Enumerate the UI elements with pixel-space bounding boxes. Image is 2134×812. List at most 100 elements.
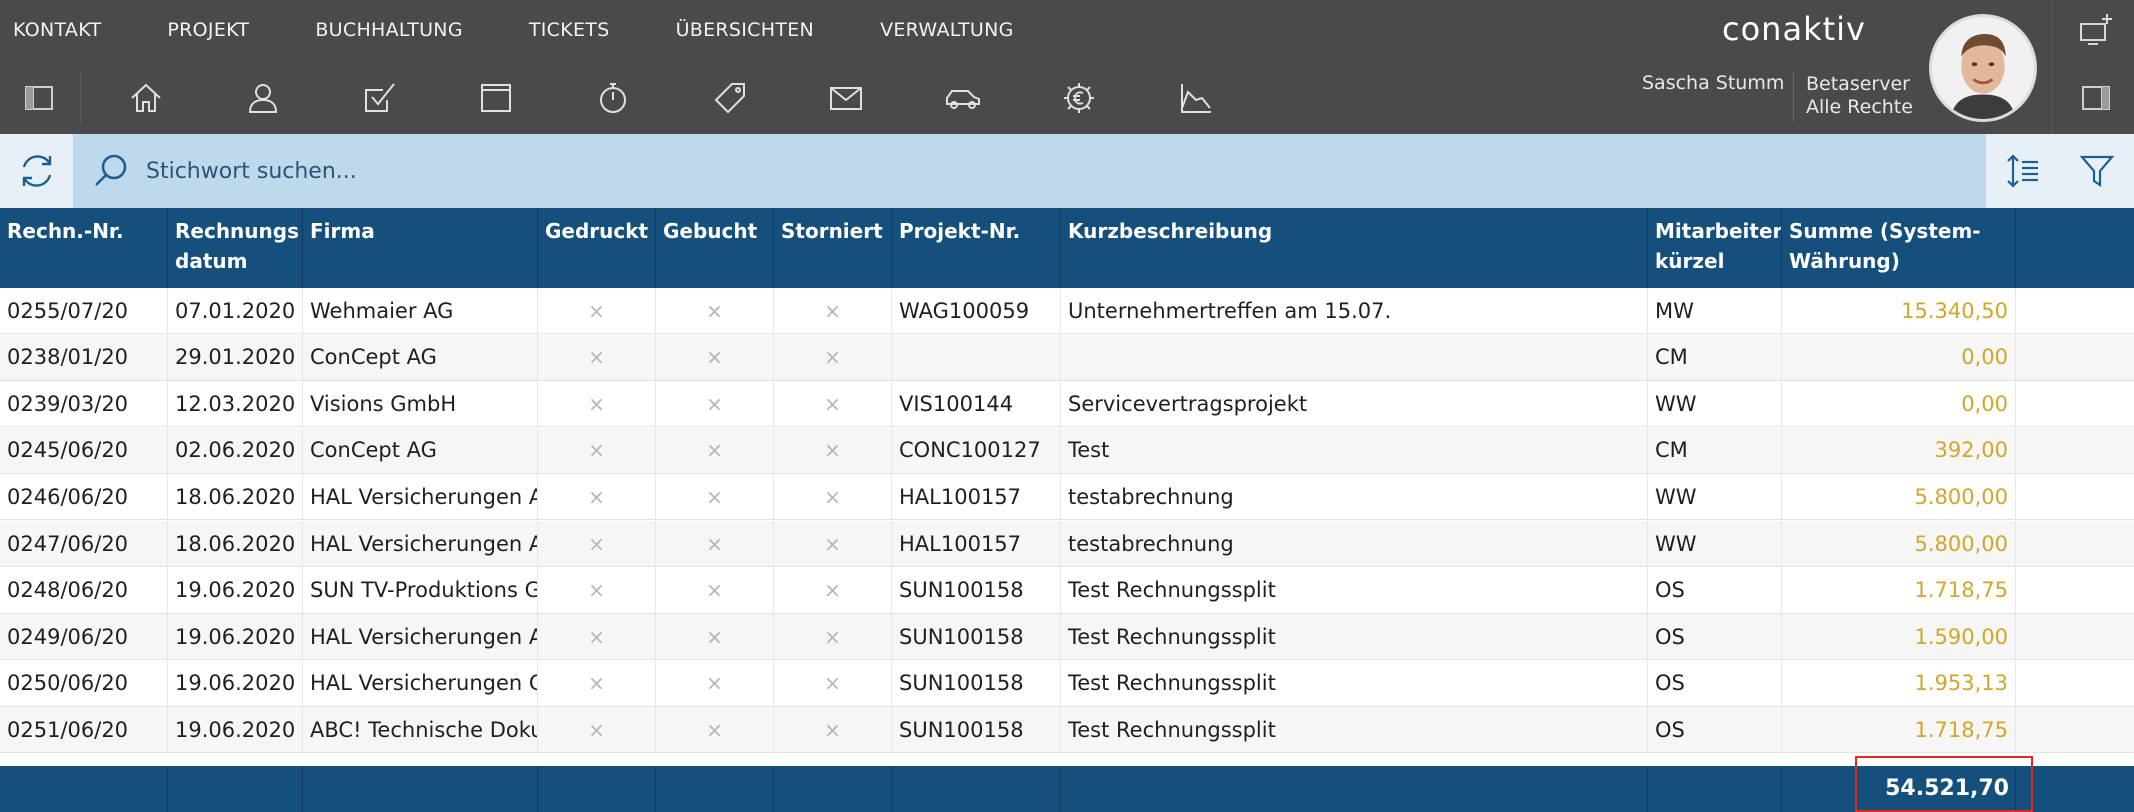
cell-gedruckt: × (538, 334, 656, 380)
cell-kurzbeschreibung: Test Rechnungssplit (1061, 567, 1648, 613)
cell-kurzbeschreibung: Test (1061, 427, 1648, 473)
search-input[interactable] (146, 151, 1946, 191)
menu-buchhaltung[interactable]: BUCHHALTUNG (302, 19, 476, 41)
cell-mitarbeiterkuerzel: WW (1648, 474, 1782, 520)
cell-summe: 0,00 (1782, 334, 2016, 380)
chart-icon[interactable] (1166, 66, 1226, 130)
refresh-icon[interactable] (0, 134, 73, 208)
cell-summe: 15.340,50 (1782, 288, 2016, 333)
cell-gedruckt: × (538, 614, 656, 660)
col-header-gebucht[interactable]: Gebucht (656, 208, 774, 288)
col-header-rechnungsnummer[interactable]: Rechn.-Nr. (0, 208, 168, 288)
server-info: Betaserver Alle Rechte (1806, 73, 1913, 119)
menu-kontakt[interactable]: KONTAKT (0, 19, 114, 41)
cell-projektnummer: SUN100158 (892, 707, 1061, 753)
cell-rechnungsnummer: 0251/06/20 (0, 707, 168, 753)
home-icon[interactable] (116, 66, 176, 130)
cell-summe: 392,00 (1782, 427, 2016, 473)
avatar[interactable] (1929, 14, 2037, 122)
right-panel-toggle-icon[interactable] (2066, 74, 2126, 122)
cell-firma: HAL Versicherungen AG (303, 474, 538, 520)
col-header-kurzbeschreibung[interactable]: Kurzbeschreibung (1061, 208, 1648, 288)
cell-firma: SUN TV-Produktions GmbH (303, 567, 538, 613)
cell-gebucht: × (656, 427, 774, 473)
new-window-icon[interactable] (2066, 6, 2126, 54)
cell-mitarbeiterkuerzel: CM (1648, 334, 1782, 380)
cell-rechnungsdatum: 02.06.2020 (168, 427, 303, 473)
col-header-summe[interactable]: Summe (System-Währung) (1782, 208, 2016, 288)
table-row[interactable]: 0245/06/20 02.06.2020 ConCept AG × × × CONC100… (0, 427, 2134, 474)
cell-projektnummer: SUN100158 (892, 660, 1061, 706)
cell-kurzbeschreibung (1061, 334, 1648, 380)
cell-gedruckt: × (538, 567, 656, 613)
cell-projektnummer: VIS100144 (892, 381, 1061, 427)
footer-cell (1061, 766, 1648, 812)
table-row[interactable]: 0238/01/20 29.01.2020 ConCept AG × × × CM 0,00 (0, 334, 2134, 381)
cell-gedruckt: × (538, 521, 656, 566)
cell-gebucht: × (656, 288, 774, 333)
filter-icon[interactable] (2060, 134, 2134, 208)
table-row[interactable]: 0246/06/20 18.06.2020 HAL Versicherungen A… (0, 474, 2134, 521)
footer-cell (0, 766, 168, 812)
cell-gebucht: × (656, 567, 774, 613)
cell-rechnungsdatum: 18.06.2020 (168, 521, 303, 566)
cell-mitarbeiterkuerzel: OS (1648, 660, 1782, 706)
table-row[interactable]: 0250/06/2019.06.2020HAL Versicherungen G… (0, 660, 2134, 707)
table-row[interactable]: 0255/07/20 07.01.2020 Wehmaier AG × × × WAG100… (0, 288, 2134, 334)
cell-storniert: × (774, 288, 892, 333)
cell-projektnummer: WAG100059 (892, 288, 1061, 333)
cell-projektnummer (892, 334, 1061, 380)
table-header: Rechn.-Nr. Rechnungs datum Firma Gedruck… (0, 208, 2134, 288)
cell-projektnummer: SUN100158 (892, 614, 1061, 660)
col-header-rechnungsdatum[interactable]: Rechnungs datum (168, 208, 303, 288)
person-icon[interactable] (233, 66, 293, 130)
col-header-projektnummer[interactable]: Projekt-Nr. (892, 208, 1061, 288)
sidebar-toggle-icon[interactable] (9, 66, 69, 130)
cell-mitarbeiterkuerzel: CM (1648, 427, 1782, 473)
cell-rechnungsnummer: 0248/06/20 (0, 567, 168, 613)
table-row[interactable]: 0249/06/20 19.06.2020 HAL Versicherungen A… (0, 614, 2134, 661)
car-icon[interactable] (933, 66, 993, 130)
cell-summe: 1.590,00 (1782, 614, 2016, 660)
menu-tickets[interactable]: TICKETS (516, 19, 623, 41)
cell-empty (2016, 614, 2134, 659)
col-header-firma[interactable]: Firma (303, 208, 538, 288)
col-header-storniert[interactable]: Storniert (774, 208, 892, 288)
cell-summe: 5.800,00 (1782, 521, 2016, 566)
euro-gear-icon[interactable] (1049, 66, 1109, 130)
cell-projektnummer: HAL100157 (892, 474, 1061, 520)
footer-cell (892, 766, 1061, 812)
col-header-gedruckt[interactable]: Gedruckt (538, 208, 656, 288)
cell-mitarbeiterkuerzel: OS (1648, 614, 1782, 660)
footer-cell (303, 766, 538, 812)
window-icon[interactable] (466, 66, 526, 130)
cell-firma: HAL Versicherungen AG (303, 521, 538, 566)
checkbox-icon[interactable] (349, 66, 409, 130)
cell-gebucht: × (656, 474, 774, 520)
cell-mitarbeiterkuerzel: MW (1648, 288, 1782, 333)
cell-firma: ConCept AG (303, 334, 538, 380)
menu-verwaltung[interactable]: VERWALTUNG (867, 19, 1027, 41)
table-footer (0, 766, 2134, 812)
menu-uebersichten[interactable]: ÜBERSICHTEN (663, 19, 828, 41)
cell-rechnungsnummer: 0249/06/20 (0, 614, 168, 660)
cell-projektnummer: SUN100158 (892, 567, 1061, 613)
table-row[interactable]: 0247/06/20 18.06.2020 HAL Versicherungen A… (0, 521, 2134, 567)
cell-gedruckt: × (538, 427, 656, 473)
cell-rechnungsnummer: 0245/06/20 (0, 427, 168, 473)
table-row[interactable]: 0248/06/2019.06.2020SUN TV-Produktions G… (0, 567, 2134, 614)
cell-gedruckt: × (538, 660, 656, 706)
table-row[interactable]: 0239/03/20 12.03.2020 Visions GmbH × × × VIS10… (0, 381, 2134, 428)
logo-text: conaktiv (1722, 12, 1866, 48)
sort-icon[interactable] (1986, 134, 2060, 208)
tag-icon[interactable] (700, 66, 760, 130)
timer-icon[interactable] (583, 66, 643, 130)
cell-empty (2016, 381, 2134, 426)
col-header-mitarbeiterkuerzel[interactable]: Mitarbeiter kürzel (1648, 208, 1782, 288)
table-row[interactable]: 0251/06/2019.06.2020ABC! Technische Doku… (0, 707, 2134, 754)
cell-summe: 1.953,13 (1782, 660, 2016, 706)
cell-firma: HAL Versicherungen GmbH (303, 660, 538, 706)
cell-storniert: × (774, 427, 892, 473)
menu-projekt[interactable]: PROJEKT (154, 19, 262, 41)
mail-icon[interactable] (816, 66, 876, 130)
